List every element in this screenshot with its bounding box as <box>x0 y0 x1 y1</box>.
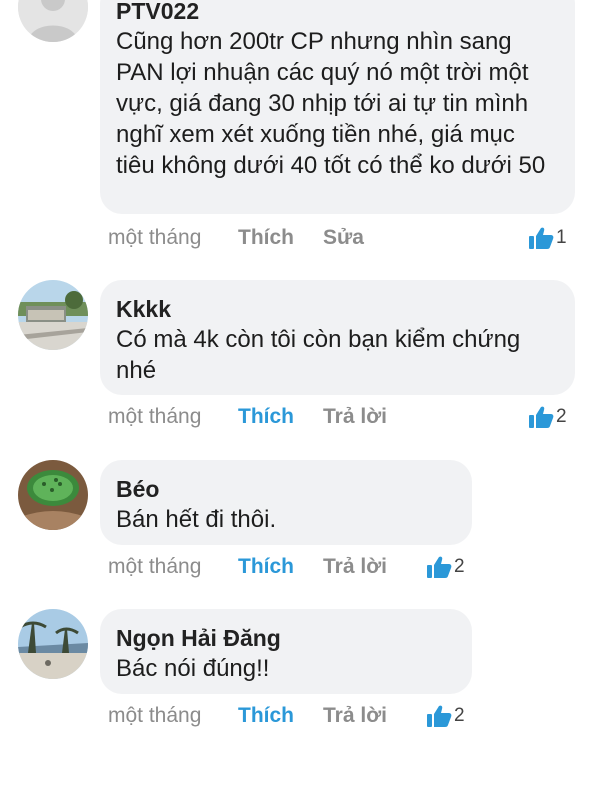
comment-time: một tháng <box>108 226 202 249</box>
like-count[interactable]: 2 <box>426 701 465 731</box>
comment-text: Cũng hơn 200tr CP nhưng nhìn sang PAN lợ… <box>116 28 546 179</box>
comment-time: một tháng <box>108 704 202 727</box>
comment-bubble: Béo Bán hết đi thôi. <box>100 460 472 545</box>
default-avatar-icon <box>18 0 88 42</box>
edit-button[interactable]: Sửa <box>323 223 364 253</box>
comment-actions: một tháng Thích Sửa 1 <box>108 223 570 253</box>
like-count[interactable]: 2 <box>528 402 567 432</box>
avatar[interactable] <box>18 460 88 530</box>
like-count[interactable]: 2 <box>426 552 465 582</box>
comment-author[interactable]: PTV022 <box>116 0 559 26</box>
like-count-value: 1 <box>556 227 567 248</box>
comment-author[interactable]: Ngọn Hải Đăng <box>116 623 456 653</box>
like-button[interactable]: Thích <box>238 552 294 582</box>
comment-actions: một tháng Thích Trả lời 2 <box>108 552 570 582</box>
comment-time: một tháng <box>108 555 202 578</box>
like-count-value: 2 <box>454 556 465 577</box>
comment-actions: một tháng Thích Trả lời 2 <box>108 402 570 432</box>
reply-button[interactable]: Trả lời <box>323 402 387 432</box>
like-count-value: 2 <box>454 705 465 726</box>
thumbs-up-icon <box>427 705 452 727</box>
comment-author[interactable]: Kkkk <box>116 294 559 324</box>
comment-bubble: Kkkk Có mà 4k còn tôi còn bạn kiểm chứng… <box>100 280 575 395</box>
avatar-photo <box>18 460 88 530</box>
thumbs-up-icon <box>529 227 554 249</box>
avatar-photo <box>18 280 88 350</box>
comment-feed: PTV022 Cũng hơn 200tr CP nhưng nhìn sang… <box>0 0 600 800</box>
comment-bubble: Ngọn Hải Đăng Bác nói đúng!! <box>100 609 472 694</box>
like-button[interactable]: Thích <box>238 402 294 432</box>
comment-author[interactable]: Béo <box>116 474 456 504</box>
like-count-value: 2 <box>556 406 567 427</box>
comment-time: một tháng <box>108 405 202 428</box>
comment-bubble: PTV022 Cũng hơn 200tr CP nhưng nhìn sang… <box>100 0 575 214</box>
avatar-photo <box>18 609 88 679</box>
like-count[interactable]: 1 <box>528 223 567 253</box>
reply-button[interactable]: Trả lời <box>323 701 387 731</box>
avatar[interactable] <box>18 0 88 42</box>
comment-actions: một tháng Thích Trả lời 2 <box>108 701 570 731</box>
comment-text: Bán hết đi thôi. <box>116 506 277 533</box>
reply-button[interactable]: Trả lời <box>323 552 387 582</box>
comment-text: Bác nói đúng!! <box>116 655 270 682</box>
comment-text: Có mà 4k còn tôi còn bạn kiểm chứng nhé <box>116 326 521 384</box>
avatar[interactable] <box>18 280 88 350</box>
thumbs-up-icon <box>427 556 452 578</box>
like-button[interactable]: Thích <box>238 223 294 253</box>
thumbs-up-icon <box>529 406 554 428</box>
like-button[interactable]: Thích <box>238 701 294 731</box>
avatar[interactable] <box>18 609 88 679</box>
